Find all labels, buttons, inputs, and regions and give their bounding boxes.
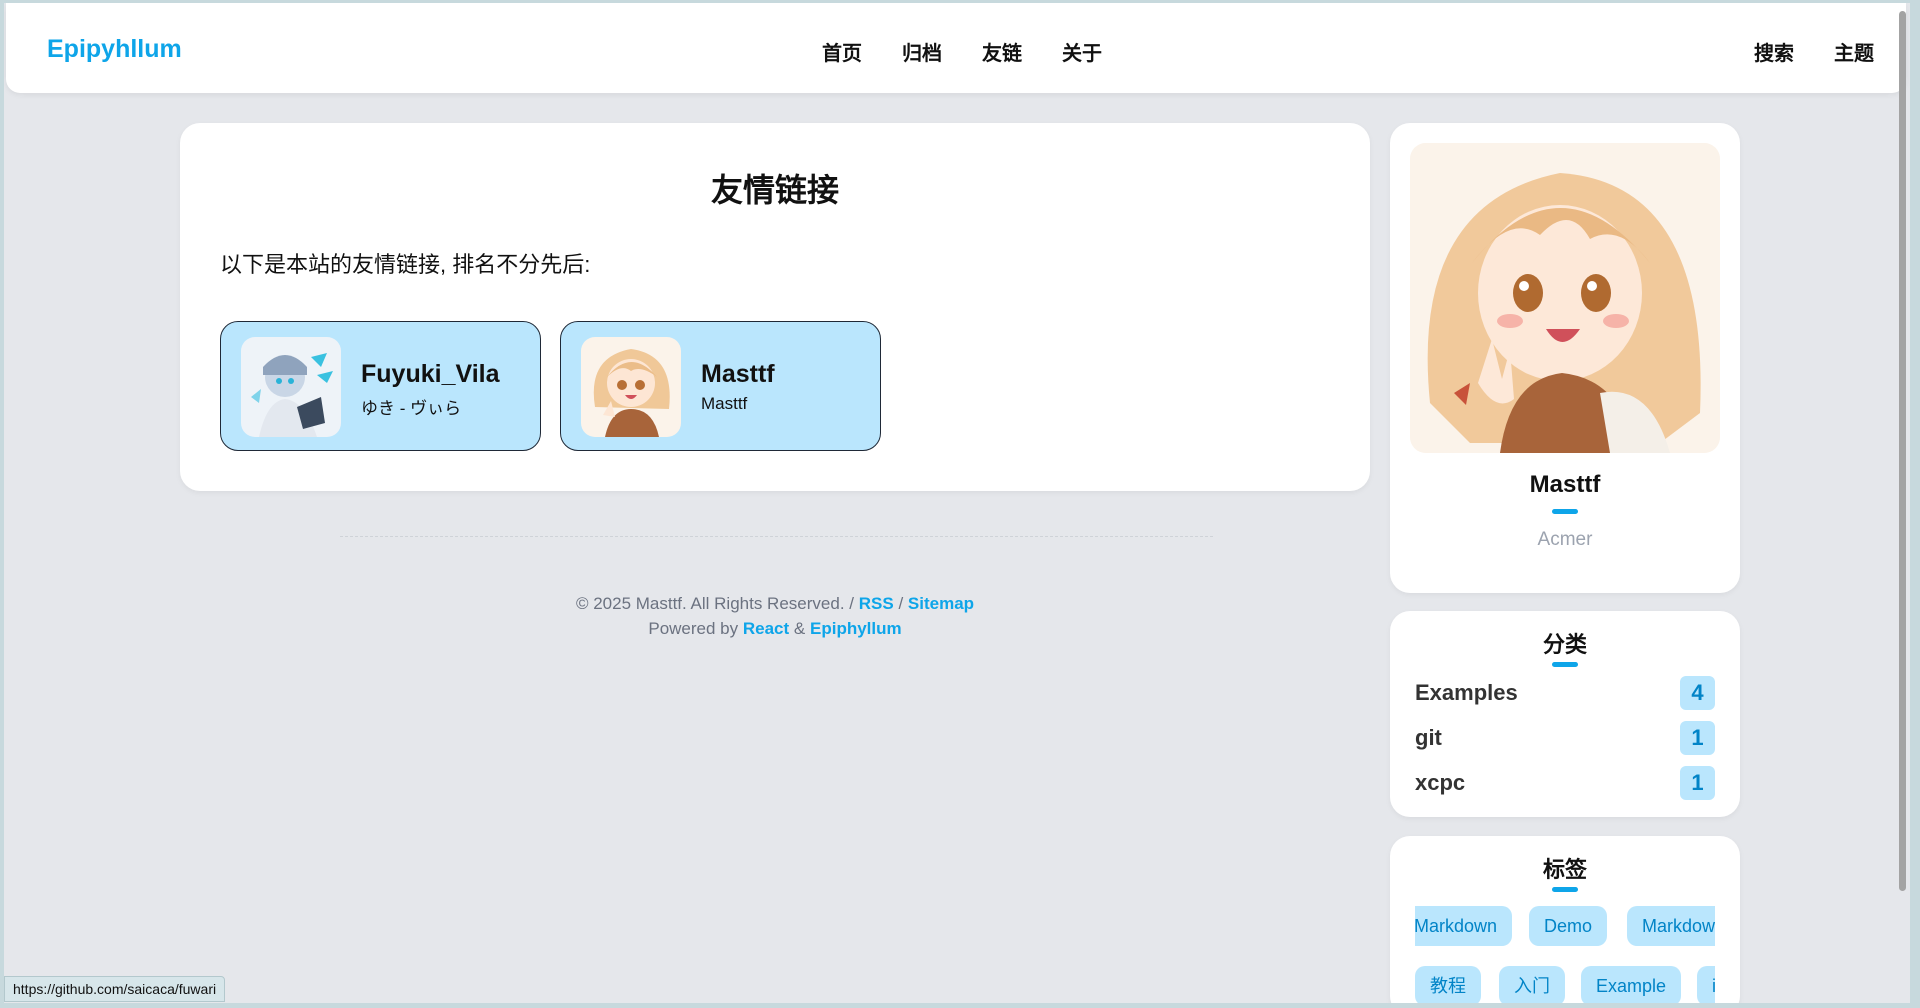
tag-row: 教程 入门 Example i bbox=[1415, 966, 1715, 1003]
tag-chip[interactable]: Markdown bbox=[1627, 906, 1715, 946]
tags-heading: 标签 bbox=[1542, 857, 1587, 882]
sitemap-link[interactable]: Sitemap bbox=[908, 594, 974, 613]
friend-card-fuyuki[interactable]: Fuyuki_Vila ゆき - ヴぃら bbox=[220, 321, 541, 451]
nav-home[interactable]: 首页 bbox=[822, 37, 862, 66]
nav-friends[interactable]: 友链 bbox=[982, 37, 1022, 66]
category-item[interactable]: Examples 4 bbox=[1415, 676, 1715, 710]
intro-text: 以下是本站的友情链接, 排名不分先后: bbox=[220, 252, 591, 277]
epiphyllum-link[interactable]: Epiphyllum bbox=[810, 619, 902, 638]
page-viewport: Epipyhllum 首页 归档 友链 关于 搜索 主题 友情链接 以下是本站的… bbox=[4, 3, 1910, 1003]
category-item[interactable]: git 1 bbox=[1415, 721, 1715, 755]
categories-accent-bar bbox=[1552, 662, 1578, 667]
tags-accent-bar bbox=[1552, 887, 1578, 892]
rss-link[interactable]: RSS bbox=[859, 594, 894, 613]
header-actions: 搜索 主题 bbox=[1754, 37, 1874, 66]
friend-description: ゆき - ヴぃら bbox=[361, 399, 462, 418]
friend-avatar-fuyuki bbox=[241, 337, 341, 437]
tag-chip[interactable]: Demo bbox=[1529, 906, 1608, 946]
tags-card: 标签 Markdown Demo Markdown 教程 入门 Example … bbox=[1390, 836, 1740, 1003]
profile-card: Masttf Acmer bbox=[1390, 123, 1740, 593]
footer-divider bbox=[340, 536, 1213, 537]
profile-name: Masttf bbox=[1529, 471, 1601, 498]
tag-chip[interactable]: i bbox=[1697, 966, 1715, 1003]
friend-avatar-masttf bbox=[581, 337, 681, 437]
theme-button[interactable]: 主题 bbox=[1834, 37, 1874, 66]
profile-subtitle: Acmer bbox=[1537, 529, 1593, 550]
profile-accent-bar bbox=[1552, 509, 1578, 514]
profile-avatar[interactable] bbox=[1410, 143, 1720, 453]
category-name: xcpc bbox=[1415, 770, 1466, 795]
friend-description: Masttf bbox=[701, 394, 748, 413]
category-item[interactable]: xcpc 1 bbox=[1415, 766, 1715, 800]
powered-by-text: Powered by bbox=[648, 619, 739, 638]
category-count: 4 bbox=[1680, 676, 1715, 710]
tag-chip[interactable]: Markdown bbox=[1415, 906, 1513, 946]
main-nav: 首页 归档 友链 关于 bbox=[822, 37, 1102, 66]
friend-name: Fuyuki_Vila bbox=[361, 360, 500, 388]
site-footer: © 2025 Masttf. All Rights Reserved. / RS… bbox=[180, 591, 1370, 641]
top-navbar: Epipyhllum 首页 归档 友链 关于 搜索 主题 bbox=[6, 3, 1906, 93]
tag-chip[interactable]: 教程 bbox=[1415, 966, 1481, 1003]
site-brand-link[interactable]: Epipyhllum bbox=[47, 35, 182, 64]
nav-about[interactable]: 关于 bbox=[1062, 37, 1102, 66]
category-name: git bbox=[1415, 725, 1442, 750]
tag-chip[interactable]: Example bbox=[1581, 966, 1682, 1003]
categories-heading: 分类 bbox=[1542, 632, 1587, 657]
footer-separator: / bbox=[898, 594, 904, 613]
page-scrollbar[interactable] bbox=[1898, 3, 1906, 1003]
category-count: 1 bbox=[1680, 766, 1715, 800]
scrollbar-thumb[interactable] bbox=[1899, 11, 1906, 891]
tag-row: Markdown Demo Markdown bbox=[1415, 906, 1715, 948]
ampersand: & bbox=[793, 619, 806, 638]
category-name: Examples bbox=[1415, 680, 1518, 705]
page-title: 友情链接 bbox=[710, 172, 839, 208]
tag-chip[interactable]: 入门 bbox=[1499, 966, 1565, 1003]
friend-name: Masttf bbox=[701, 360, 775, 388]
categories-card: 分类 Examples 4 git 1 xcpc 1 bbox=[1390, 611, 1740, 817]
status-bar-url: https://github.com/saicaca/fuwari bbox=[4, 976, 226, 1002]
friend-card-masttf[interactable]: Masttf Masttf bbox=[560, 321, 881, 451]
search-button[interactable]: 搜索 bbox=[1754, 37, 1794, 66]
copyright-text: © 2025 Masttf. All Rights Reserved. / bbox=[575, 594, 854, 613]
react-link[interactable]: React bbox=[743, 619, 789, 638]
category-count: 1 bbox=[1680, 721, 1715, 755]
nav-archive[interactable]: 归档 bbox=[902, 37, 942, 66]
friends-card: 友情链接 以下是本站的友情链接, 排名不分先后: Fuyuki_Vila ゆき … bbox=[180, 123, 1370, 491]
